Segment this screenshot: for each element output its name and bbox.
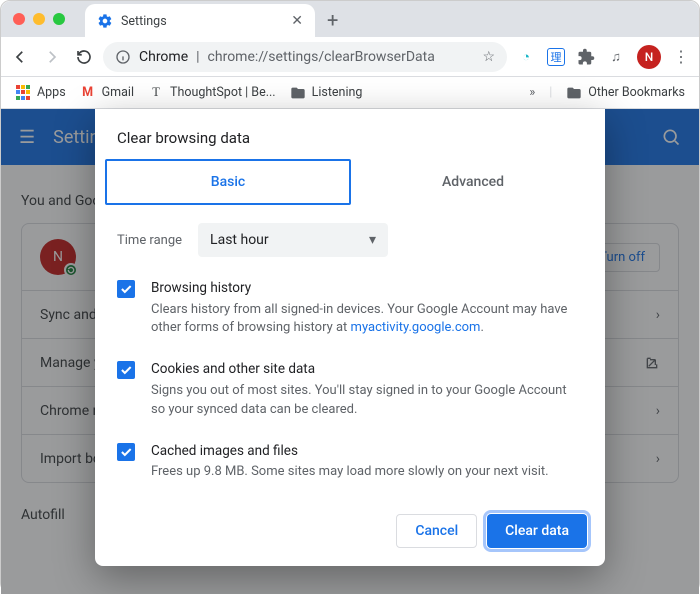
forward-icon [43,48,61,66]
option-cookies: Cookies and other site data Signs you ou… [117,360,583,419]
time-range-select[interactable]: Last hour ▾ [198,223,388,257]
apps-bookmark[interactable]: Apps [15,85,66,101]
window-titlebar: Settings ✕ + [1,1,699,37]
site-info-icon[interactable] [115,49,131,65]
dialog-title: Clear browsing data [95,109,605,159]
media-icon[interactable]: ♫ [607,48,625,66]
back-icon[interactable] [11,48,29,66]
cancel-button[interactable]: Cancel [396,514,477,548]
bookmark-star-icon[interactable]: ☆ [482,49,495,65]
traffic-lights [13,13,65,25]
close-tab-icon[interactable]: ✕ [291,13,303,29]
address-bar[interactable]: Chrome | chrome://settings/clearBrowserD… [103,42,507,72]
other-bookmarks[interactable]: Other Bookmarks [566,85,685,101]
url-path: chrome://settings/clearBrowserData [208,49,435,65]
tab-basic[interactable]: Basic [105,159,351,205]
folder-icon [566,85,582,101]
time-range-label: Time range [117,233,182,248]
url-domain: Chrome [139,49,188,65]
option-cache: Cached images and files Frees up 9.8 MB.… [117,442,583,482]
gmail-bookmark[interactable]: MGmail [80,85,134,101]
extensions-icon[interactable] [577,48,595,66]
folder-icon [290,85,306,101]
profile-avatar[interactable]: N [637,45,661,69]
maximize-window[interactable] [53,13,65,25]
menu-icon[interactable]: ⋮ [673,47,689,66]
minimize-window[interactable] [33,13,45,25]
tab-advanced[interactable]: Advanced [351,159,595,205]
reload-icon[interactable] [75,48,93,66]
option-browsing-history: Browsing history Clears history from all… [117,279,583,338]
extension-icon[interactable]: 理 [547,48,565,66]
browser-toolbar: Chrome | chrome://settings/clearBrowserD… [1,37,699,77]
checkbox[interactable] [117,280,135,298]
clear-data-button[interactable]: Clear data [487,514,587,548]
close-window[interactable] [13,13,25,25]
listening-bookmark[interactable]: Listening [290,85,363,101]
gear-icon [97,13,113,29]
extension-icon[interactable]: ◔ [517,48,535,66]
new-tab-button[interactable]: + [327,8,338,32]
thoughtspot-bookmark[interactable]: TThoughtSpot | Be... [148,85,276,101]
bookmarks-bar: Apps MGmail TThoughtSpot | Be... Listeni… [1,77,699,109]
checkbox[interactable] [117,361,135,379]
myactivity-link[interactable]: myactivity.google.com [351,320,481,335]
clear-data-dialog: Clear browsing data Basic Advanced Time … [95,109,605,566]
overflow-icon[interactable]: » [529,85,535,100]
browser-tab[interactable]: Settings ✕ [85,4,315,38]
chevron-down-icon: ▾ [369,232,376,248]
tab-title: Settings [121,14,283,29]
checkbox[interactable] [117,443,135,461]
